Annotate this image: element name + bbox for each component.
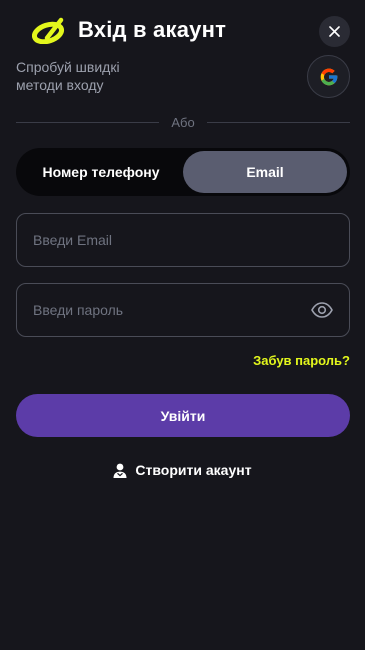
close-icon: [329, 26, 340, 37]
divider-line-right: [206, 121, 351, 123]
user-icon: [113, 463, 127, 478]
quick-login-line2: методи входу: [16, 77, 104, 93]
header: Вхід в акаунт: [31, 14, 227, 46]
login-method-switch: Номер телефону Email: [16, 148, 350, 196]
tab-phone-number[interactable]: Номер телефону: [19, 151, 183, 193]
create-account-label: Створити акаунт: [135, 462, 252, 478]
google-icon: [320, 68, 337, 85]
create-account-link[interactable]: Створити акаунт: [0, 460, 365, 480]
google-login-button[interactable]: [307, 55, 350, 98]
login-screen: Вхід в акаунт Спробуй швидкі методи вход…: [0, 0, 365, 650]
quick-login-line1: Спробуй швидкі: [16, 59, 120, 75]
login-button[interactable]: Увійти: [16, 394, 350, 437]
tab-email[interactable]: Email: [183, 151, 347, 193]
or-divider: Або: [16, 114, 351, 130]
close-button[interactable]: [319, 16, 350, 47]
quick-login-text: Спробуй швидкі методи входу: [16, 58, 196, 94]
forgot-password-link[interactable]: Забув пароль?: [253, 353, 350, 368]
divider-line-left: [16, 121, 160, 123]
page-title: Вхід в акаунт: [78, 17, 227, 42]
brand-logo-icon: [31, 16, 68, 45]
password-field[interactable]: [16, 283, 350, 337]
password-input[interactable]: [33, 302, 311, 318]
divider-label: Або: [171, 114, 195, 130]
email-field[interactable]: [16, 213, 350, 267]
eye-icon[interactable]: [311, 299, 333, 321]
email-input[interactable]: [33, 232, 333, 248]
